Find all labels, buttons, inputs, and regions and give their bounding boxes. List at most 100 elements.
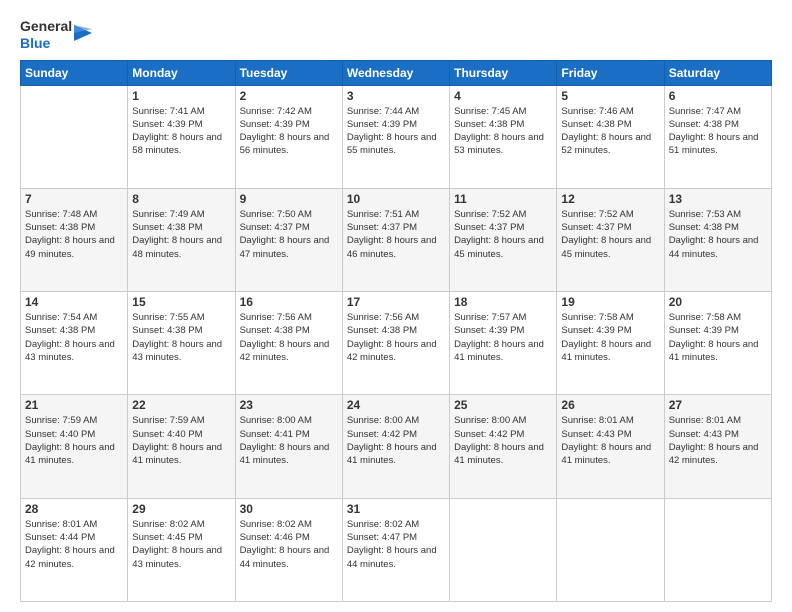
calendar-cell: 30 Sunrise: 8:02 AMSunset: 4:46 PMDaylig… [235,498,342,601]
day-info: Sunrise: 7:59 AMSunset: 4:40 PMDaylight:… [25,414,123,467]
logo-general: General [20,18,72,35]
calendar-cell: 28 Sunrise: 8:01 AMSunset: 4:44 PMDaylig… [21,498,128,601]
calendar-cell: 20 Sunrise: 7:58 AMSunset: 4:39 PMDaylig… [664,292,771,395]
day-info: Sunrise: 8:00 AMSunset: 4:42 PMDaylight:… [454,414,552,467]
day-info: Sunrise: 7:47 AMSunset: 4:38 PMDaylight:… [669,105,767,158]
day-number: 3 [347,89,445,103]
header: General Blue [20,18,772,52]
day-info: Sunrise: 7:58 AMSunset: 4:39 PMDaylight:… [561,311,659,364]
calendar-header-thursday: Thursday [450,60,557,85]
day-number: 11 [454,192,552,206]
day-number: 26 [561,398,659,412]
calendar-cell [21,85,128,188]
day-info: Sunrise: 7:57 AMSunset: 4:39 PMDaylight:… [454,311,552,364]
calendar-cell: 16 Sunrise: 7:56 AMSunset: 4:38 PMDaylig… [235,292,342,395]
day-info: Sunrise: 7:59 AMSunset: 4:40 PMDaylight:… [132,414,230,467]
calendar-week-1: 1 Sunrise: 7:41 AMSunset: 4:39 PMDayligh… [21,85,772,188]
calendar-cell: 21 Sunrise: 7:59 AMSunset: 4:40 PMDaylig… [21,395,128,498]
day-number: 23 [240,398,338,412]
day-info: Sunrise: 7:44 AMSunset: 4:39 PMDaylight:… [347,105,445,158]
day-number: 1 [132,89,230,103]
day-info: Sunrise: 7:52 AMSunset: 4:37 PMDaylight:… [561,208,659,261]
calendar-cell [664,498,771,601]
day-info: Sunrise: 7:51 AMSunset: 4:37 PMDaylight:… [347,208,445,261]
day-info: Sunrise: 8:01 AMSunset: 4:44 PMDaylight:… [25,518,123,571]
day-number: 30 [240,502,338,516]
calendar-cell: 18 Sunrise: 7:57 AMSunset: 4:39 PMDaylig… [450,292,557,395]
calendar: SundayMondayTuesdayWednesdayThursdayFrid… [20,60,772,602]
calendar-cell: 3 Sunrise: 7:44 AMSunset: 4:39 PMDayligh… [342,85,449,188]
calendar-cell: 29 Sunrise: 8:02 AMSunset: 4:45 PMDaylig… [128,498,235,601]
day-number: 18 [454,295,552,309]
day-info: Sunrise: 7:58 AMSunset: 4:39 PMDaylight:… [669,311,767,364]
day-number: 24 [347,398,445,412]
calendar-cell: 23 Sunrise: 8:00 AMSunset: 4:41 PMDaylig… [235,395,342,498]
calendar-header-tuesday: Tuesday [235,60,342,85]
day-info: Sunrise: 7:41 AMSunset: 4:39 PMDaylight:… [132,105,230,158]
day-info: Sunrise: 7:48 AMSunset: 4:38 PMDaylight:… [25,208,123,261]
calendar-cell: 4 Sunrise: 7:45 AMSunset: 4:38 PMDayligh… [450,85,557,188]
calendar-cell: 25 Sunrise: 8:00 AMSunset: 4:42 PMDaylig… [450,395,557,498]
day-number: 29 [132,502,230,516]
day-info: Sunrise: 8:02 AMSunset: 4:47 PMDaylight:… [347,518,445,571]
calendar-header-saturday: Saturday [664,60,771,85]
calendar-header-sunday: Sunday [21,60,128,85]
day-number: 5 [561,89,659,103]
day-info: Sunrise: 7:50 AMSunset: 4:37 PMDaylight:… [240,208,338,261]
day-info: Sunrise: 8:00 AMSunset: 4:41 PMDaylight:… [240,414,338,467]
calendar-cell: 9 Sunrise: 7:50 AMSunset: 4:37 PMDayligh… [235,188,342,291]
calendar-cell: 8 Sunrise: 7:49 AMSunset: 4:38 PMDayligh… [128,188,235,291]
day-number: 20 [669,295,767,309]
calendar-week-2: 7 Sunrise: 7:48 AMSunset: 4:38 PMDayligh… [21,188,772,291]
calendar-cell: 13 Sunrise: 7:53 AMSunset: 4:38 PMDaylig… [664,188,771,291]
day-number: 31 [347,502,445,516]
day-info: Sunrise: 7:49 AMSunset: 4:38 PMDaylight:… [132,208,230,261]
day-number: 7 [25,192,123,206]
day-number: 12 [561,192,659,206]
day-info: Sunrise: 7:56 AMSunset: 4:38 PMDaylight:… [240,311,338,364]
calendar-cell: 31 Sunrise: 8:02 AMSunset: 4:47 PMDaylig… [342,498,449,601]
day-number: 9 [240,192,338,206]
calendar-header-wednesday: Wednesday [342,60,449,85]
calendar-cell: 14 Sunrise: 7:54 AMSunset: 4:38 PMDaylig… [21,292,128,395]
day-number: 16 [240,295,338,309]
day-number: 28 [25,502,123,516]
calendar-cell [557,498,664,601]
calendar-cell [450,498,557,601]
calendar-cell: 2 Sunrise: 7:42 AMSunset: 4:39 PMDayligh… [235,85,342,188]
day-info: Sunrise: 8:01 AMSunset: 4:43 PMDaylight:… [669,414,767,467]
calendar-header-row: SundayMondayTuesdayWednesdayThursdayFrid… [21,60,772,85]
calendar-week-3: 14 Sunrise: 7:54 AMSunset: 4:38 PMDaylig… [21,292,772,395]
day-info: Sunrise: 8:02 AMSunset: 4:46 PMDaylight:… [240,518,338,571]
calendar-header-monday: Monday [128,60,235,85]
calendar-cell: 5 Sunrise: 7:46 AMSunset: 4:38 PMDayligh… [557,85,664,188]
day-info: Sunrise: 7:45 AMSunset: 4:38 PMDaylight:… [454,105,552,158]
day-info: Sunrise: 7:56 AMSunset: 4:38 PMDaylight:… [347,311,445,364]
day-number: 2 [240,89,338,103]
day-number: 13 [669,192,767,206]
calendar-cell: 15 Sunrise: 7:55 AMSunset: 4:38 PMDaylig… [128,292,235,395]
day-number: 17 [347,295,445,309]
calendar-cell: 22 Sunrise: 7:59 AMSunset: 4:40 PMDaylig… [128,395,235,498]
day-info: Sunrise: 7:55 AMSunset: 4:38 PMDaylight:… [132,311,230,364]
calendar-week-4: 21 Sunrise: 7:59 AMSunset: 4:40 PMDaylig… [21,395,772,498]
calendar-cell: 7 Sunrise: 7:48 AMSunset: 4:38 PMDayligh… [21,188,128,291]
calendar-cell: 26 Sunrise: 8:01 AMSunset: 4:43 PMDaylig… [557,395,664,498]
logo: General Blue [20,18,92,52]
day-number: 19 [561,295,659,309]
day-info: Sunrise: 7:46 AMSunset: 4:38 PMDaylight:… [561,105,659,158]
calendar-cell: 11 Sunrise: 7:52 AMSunset: 4:37 PMDaylig… [450,188,557,291]
calendar-header-friday: Friday [557,60,664,85]
day-info: Sunrise: 7:42 AMSunset: 4:39 PMDaylight:… [240,105,338,158]
calendar-cell: 19 Sunrise: 7:58 AMSunset: 4:39 PMDaylig… [557,292,664,395]
day-number: 21 [25,398,123,412]
logo-blue: Blue [20,35,72,52]
day-number: 4 [454,89,552,103]
day-info: Sunrise: 8:00 AMSunset: 4:42 PMDaylight:… [347,414,445,467]
day-number: 10 [347,192,445,206]
calendar-cell: 27 Sunrise: 8:01 AMSunset: 4:43 PMDaylig… [664,395,771,498]
day-info: Sunrise: 8:01 AMSunset: 4:43 PMDaylight:… [561,414,659,467]
calendar-cell: 17 Sunrise: 7:56 AMSunset: 4:38 PMDaylig… [342,292,449,395]
day-info: Sunrise: 7:53 AMSunset: 4:38 PMDaylight:… [669,208,767,261]
calendar-cell: 10 Sunrise: 7:51 AMSunset: 4:37 PMDaylig… [342,188,449,291]
